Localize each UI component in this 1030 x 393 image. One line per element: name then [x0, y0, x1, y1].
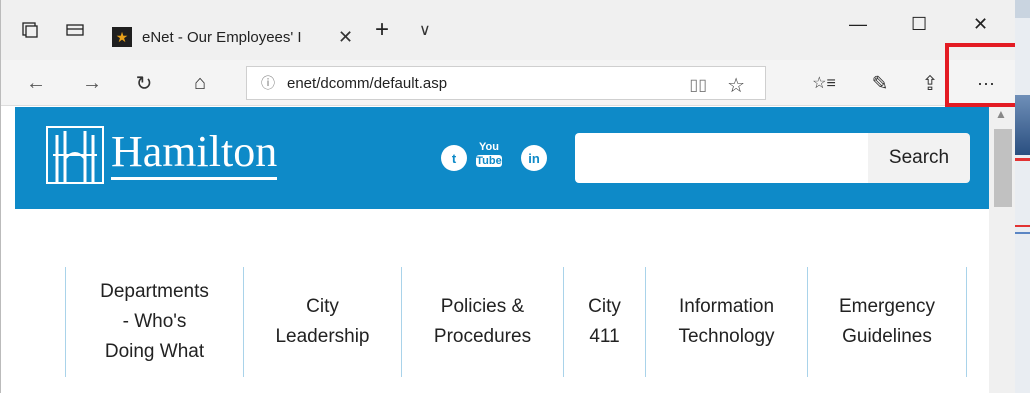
forward-button[interactable]: →	[77, 60, 107, 106]
vertical-scrollbar[interactable]: ▲	[989, 107, 1015, 393]
search-button[interactable]: Search	[868, 133, 970, 183]
scroll-up-icon[interactable]: ▲	[995, 107, 1007, 121]
desktop-background	[1015, 0, 1030, 393]
reading-view-icon[interactable]: ▯▯	[689, 75, 707, 95]
linkedin-icon[interactable]: in	[521, 145, 547, 171]
address-bar[interactable]: ⓘ enet/dcomm/default.asp ▯▯ ☆	[246, 66, 766, 100]
favorites-icon[interactable]: ☆≡	[809, 60, 839, 106]
nav-city-411[interactable]: City 411	[563, 267, 645, 377]
site-info-icon[interactable]: ⓘ	[261, 73, 275, 93]
close-window-button[interactable]: ✕	[973, 14, 988, 35]
nav-information-technology[interactable]: Information Technology	[645, 267, 807, 377]
tab-list-chevron-icon[interactable]: ∨	[419, 20, 431, 40]
nav-departments[interactable]: Departments - Who's Doing What	[65, 267, 243, 377]
nav-city-leadership[interactable]: City Leadership	[243, 267, 401, 377]
new-tab-button[interactable]: +	[375, 16, 389, 44]
highlight-box	[945, 43, 1015, 107]
address-toolbar: ← → ↻ ⌂ ⓘ enet/dcomm/default.asp ▯▯ ☆ ☆≡…	[1, 60, 1015, 106]
maximize-button[interactable]: ☐	[911, 14, 927, 35]
set-aside-tabs-icon[interactable]	[15, 0, 45, 60]
add-favorite-icon[interactable]: ☆	[727, 73, 745, 98]
share-icon[interactable]: ⇪	[915, 60, 945, 106]
site-favicon-icon: ★	[112, 27, 132, 47]
hamilton-logo-icon	[46, 126, 104, 184]
tab-close-icon[interactable]: ✕	[338, 27, 353, 48]
site-header: Hamilton t You Tube in Search	[15, 107, 989, 209]
url-text[interactable]: enet/dcomm/default.asp	[287, 75, 447, 92]
tab-preview-icon[interactable]	[57, 0, 93, 60]
home-button[interactable]: ⌂	[185, 60, 215, 106]
refresh-button[interactable]: ↻	[129, 60, 159, 106]
minimize-button[interactable]: —	[849, 14, 867, 35]
active-tab[interactable]: ★ eNet - Our Employees' I ✕	[104, 14, 361, 60]
main-nav: Departments - Who's Doing What City Leaders…	[65, 267, 967, 377]
twitter-icon[interactable]: t	[441, 145, 467, 171]
nav-policies-procedures[interactable]: Policies & Procedures	[401, 267, 563, 377]
tab-bar: ★ eNet - Our Employees' I ✕ + ∨ — ☐ ✕	[1, 0, 1015, 60]
back-button[interactable]: ←	[21, 60, 51, 106]
nav-emergency-guidelines[interactable]: Emergency Guidelines	[807, 267, 967, 377]
web-page: Hamilton t You Tube in Search Department…	[15, 107, 989, 393]
browser-window: ★ eNet - Our Employees' I ✕ + ∨ — ☐ ✕ ← …	[0, 0, 1015, 393]
youtube-icon[interactable]: You Tube	[476, 141, 502, 173]
search-input[interactable]	[575, 133, 868, 183]
site-logo-text[interactable]: Hamilton	[111, 127, 278, 180]
notes-icon[interactable]: ✎	[865, 60, 895, 106]
scroll-thumb[interactable]	[994, 129, 1012, 207]
tab-title: eNet - Our Employees' I	[142, 28, 302, 46]
